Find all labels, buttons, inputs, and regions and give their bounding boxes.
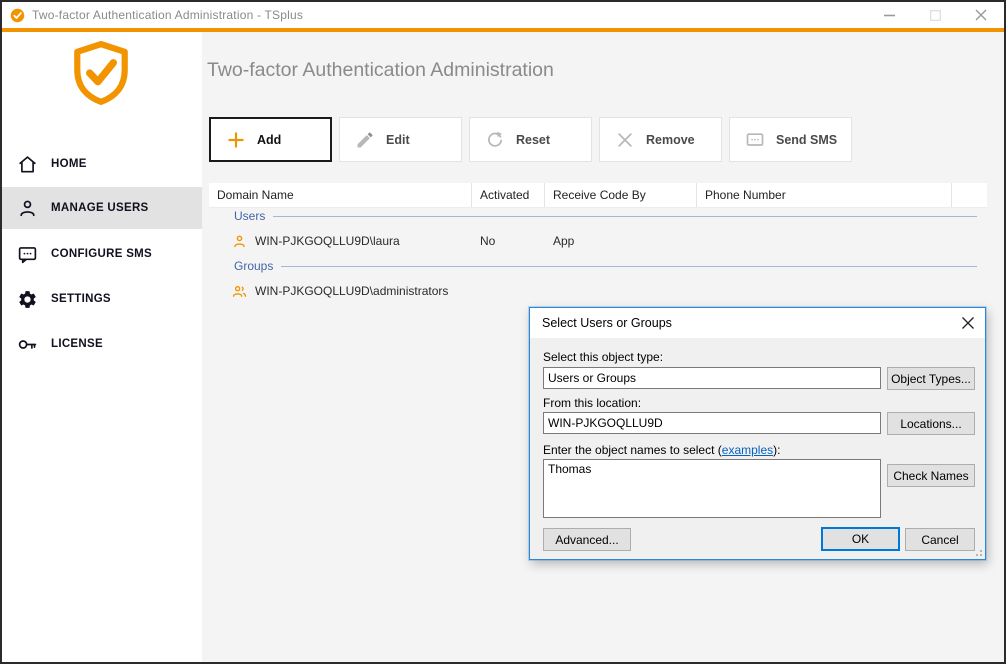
sidebar-item-label: HOME bbox=[51, 158, 87, 170]
chat-icon bbox=[17, 244, 38, 265]
locations-button[interactable]: Locations... bbox=[887, 412, 975, 435]
edit-button[interactable]: Edit bbox=[339, 117, 462, 162]
column-header-receive-code-by[interactable]: Receive Code By bbox=[545, 183, 697, 207]
tsplus-shield-logo bbox=[68, 40, 134, 106]
gear-icon bbox=[17, 289, 38, 310]
minimize-icon bbox=[884, 10, 895, 21]
sidebar-item-manage-users[interactable]: MANAGE USERS bbox=[2, 187, 202, 229]
user-icon bbox=[17, 198, 38, 219]
cell-domain-name: WIN-PJKGOQLLU9D\administrators bbox=[255, 284, 480, 298]
send-sms-button-label: Send SMS bbox=[776, 133, 837, 147]
sms-bubble-icon bbox=[745, 130, 765, 150]
object-names-value: Thomas bbox=[548, 462, 591, 476]
object-names-textarea[interactable]: Thomas bbox=[543, 459, 881, 518]
user-icon bbox=[232, 234, 247, 249]
key-icon bbox=[17, 334, 38, 355]
window-title: Two-factor Authentication Administration… bbox=[32, 8, 303, 22]
minimize-button[interactable] bbox=[866, 2, 912, 28]
check-names-button[interactable]: Check Names bbox=[887, 464, 975, 487]
cell-activated: No bbox=[480, 234, 553, 248]
reset-icon bbox=[485, 130, 505, 150]
edit-button-label: Edit bbox=[386, 133, 410, 147]
group-header-users: Users bbox=[234, 209, 977, 223]
cell-domain-name: WIN-PJKGOQLLU9D\laura bbox=[255, 234, 480, 248]
dialog-close-icon[interactable] bbox=[961, 316, 975, 330]
location-label: From this location: bbox=[543, 396, 641, 410]
table-row-user-laura[interactable]: WIN-PJKGOQLLU9D\laura No App bbox=[232, 231, 705, 251]
add-button[interactable]: Add bbox=[209, 117, 332, 162]
send-sms-button[interactable]: Send SMS bbox=[729, 117, 852, 162]
close-icon bbox=[975, 9, 987, 21]
sidebar-item-label: SETTINGS bbox=[51, 293, 111, 305]
object-type-label: Select this object type: bbox=[543, 350, 663, 364]
group-label: Users bbox=[234, 209, 265, 223]
sidebar-item-label: CONFIGURE SMS bbox=[51, 248, 152, 260]
sidebar-item-license[interactable]: LICENSE bbox=[2, 323, 202, 365]
object-names-label-suffix: ): bbox=[773, 443, 780, 457]
dialog-title: Select Users or Groups bbox=[530, 316, 672, 330]
ok-button[interactable]: OK bbox=[821, 527, 900, 551]
group-header-groups: Groups bbox=[234, 259, 977, 273]
object-type-field[interactable]: Users or Groups bbox=[543, 367, 881, 389]
remove-button-label: Remove bbox=[646, 133, 695, 147]
column-header-domain-name[interactable]: Domain Name bbox=[209, 183, 472, 207]
maximize-button[interactable] bbox=[912, 2, 958, 28]
advanced-button[interactable]: Advanced... bbox=[543, 528, 631, 551]
reset-button-label: Reset bbox=[516, 133, 550, 147]
sidebar-item-label: MANAGE USERS bbox=[51, 202, 149, 214]
object-types-button[interactable]: Object Types... bbox=[887, 367, 975, 390]
sidebar-item-label: LICENSE bbox=[51, 338, 103, 350]
sidebar-item-configure-sms[interactable]: CONFIGURE SMS bbox=[2, 233, 202, 275]
home-icon bbox=[17, 154, 38, 175]
sidebar-item-home[interactable]: HOME bbox=[2, 143, 202, 185]
cancel-button[interactable]: Cancel bbox=[905, 528, 975, 551]
remove-button[interactable]: Remove bbox=[599, 117, 722, 162]
page-title: Two-factor Authentication Administration bbox=[207, 59, 554, 82]
app-window: Two-factor Authentication Administration… bbox=[0, 0, 1006, 664]
location-field[interactable]: WIN-PJKGOQLLU9D bbox=[543, 412, 881, 434]
column-header-activated[interactable]: Activated bbox=[472, 183, 545, 207]
reset-button[interactable]: Reset bbox=[469, 117, 592, 162]
object-names-label-prefix: Enter the object names to select ( bbox=[543, 443, 722, 457]
sidebar: HOME MANAGE USERS CONFIGURE SMS SETTINGS bbox=[2, 32, 202, 662]
resize-grip[interactable] bbox=[972, 546, 982, 556]
group-divider bbox=[281, 266, 977, 267]
table-header: Domain Name Activated Receive Code By Ph… bbox=[209, 183, 987, 208]
select-users-or-groups-dialog: Select Users or Groups Select this objec… bbox=[529, 307, 986, 560]
app-shield-icon bbox=[10, 8, 25, 23]
group-icon bbox=[232, 284, 247, 299]
object-names-label: Enter the object names to select (exampl… bbox=[543, 443, 780, 457]
cell-receive-code-by: App bbox=[553, 234, 705, 248]
titlebar: Two-factor Authentication Administration… bbox=[2, 2, 1004, 28]
window-controls bbox=[866, 2, 1004, 28]
group-label: Groups bbox=[234, 259, 273, 273]
x-icon bbox=[615, 130, 635, 150]
examples-link[interactable]: examples bbox=[722, 443, 773, 457]
column-header-spacer bbox=[952, 183, 987, 207]
group-divider bbox=[273, 216, 977, 217]
plus-icon bbox=[226, 130, 246, 150]
dialog-titlebar[interactable]: Select Users or Groups bbox=[530, 308, 985, 338]
pencil-icon bbox=[355, 130, 375, 150]
maximize-icon bbox=[930, 10, 941, 21]
table-row-group-administrators[interactable]: WIN-PJKGOQLLU9D\administrators bbox=[232, 281, 705, 301]
close-button[interactable] bbox=[958, 2, 1004, 28]
sidebar-item-settings[interactable]: SETTINGS bbox=[2, 278, 202, 320]
add-button-label: Add bbox=[257, 133, 281, 147]
column-header-phone-number[interactable]: Phone Number bbox=[697, 183, 952, 207]
